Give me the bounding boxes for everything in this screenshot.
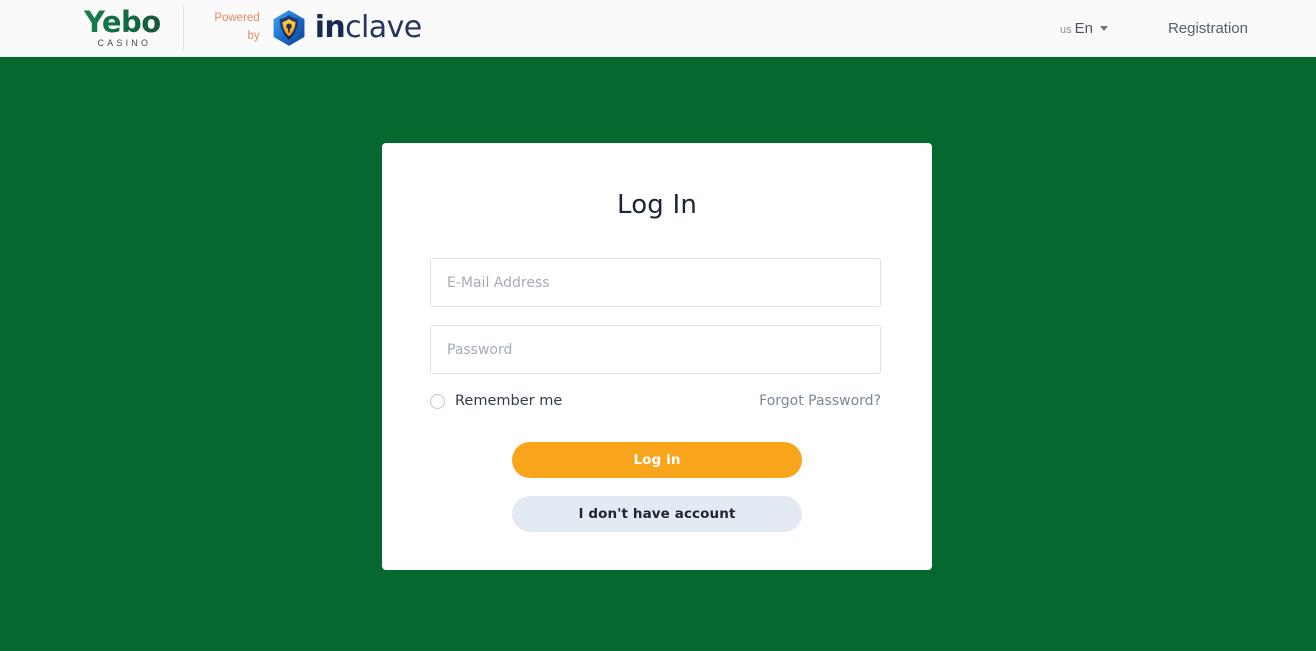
inclave-wordmark-bold: in xyxy=(314,10,346,45)
yebo-casino-logo[interactable]: Yebo CASINO xyxy=(84,8,183,48)
inclave-logo[interactable]: inclave xyxy=(270,9,422,47)
yebo-subtitle: CASINO xyxy=(97,38,152,48)
password-field[interactable] xyxy=(430,325,881,374)
login-button[interactable]: Log in xyxy=(512,442,802,478)
no-account-button[interactable]: I don't have account xyxy=(512,496,802,532)
registration-link[interactable]: Registration xyxy=(1168,20,1248,37)
shield-hexagon-icon xyxy=(270,9,308,47)
login-options-row: Remember me Forgot Password? xyxy=(430,393,881,409)
page-background: Log In Remember me Forgot Password? Log … xyxy=(0,57,1316,651)
language-selector[interactable]: us En xyxy=(1060,20,1108,37)
forgot-password-link[interactable]: Forgot Password? xyxy=(759,393,881,409)
powered-by-line1: Powered xyxy=(214,12,260,25)
remember-me-label: Remember me xyxy=(455,393,563,409)
site-header: Yebo CASINO Powered by inclave us En Reg… xyxy=(0,0,1316,57)
yebo-wordmark: Yebo xyxy=(84,5,161,39)
header-right-zone: us En Registration xyxy=(1060,20,1248,37)
remember-me-checkbox[interactable]: Remember me xyxy=(430,393,562,409)
login-card: Log In Remember me Forgot Password? Log … xyxy=(382,143,932,570)
powered-by-text: Powered by xyxy=(208,10,260,46)
email-field[interactable] xyxy=(430,258,881,307)
brand-zone: Yebo CASINO Powered by inclave xyxy=(84,5,422,51)
page-title: Log In xyxy=(616,190,698,220)
language-code: En xyxy=(1074,19,1093,37)
chevron-down-icon xyxy=(1099,25,1108,31)
powered-by-block: Powered by inclave xyxy=(208,9,422,47)
powered-by-line2: by xyxy=(247,30,260,42)
inclave-wordmark: inclave xyxy=(315,13,422,43)
flag-icon: us xyxy=(1059,23,1072,36)
brand-divider xyxy=(182,5,184,51)
inclave-wordmark-light: clave xyxy=(345,10,422,45)
checkbox-circle-icon xyxy=(430,393,445,409)
